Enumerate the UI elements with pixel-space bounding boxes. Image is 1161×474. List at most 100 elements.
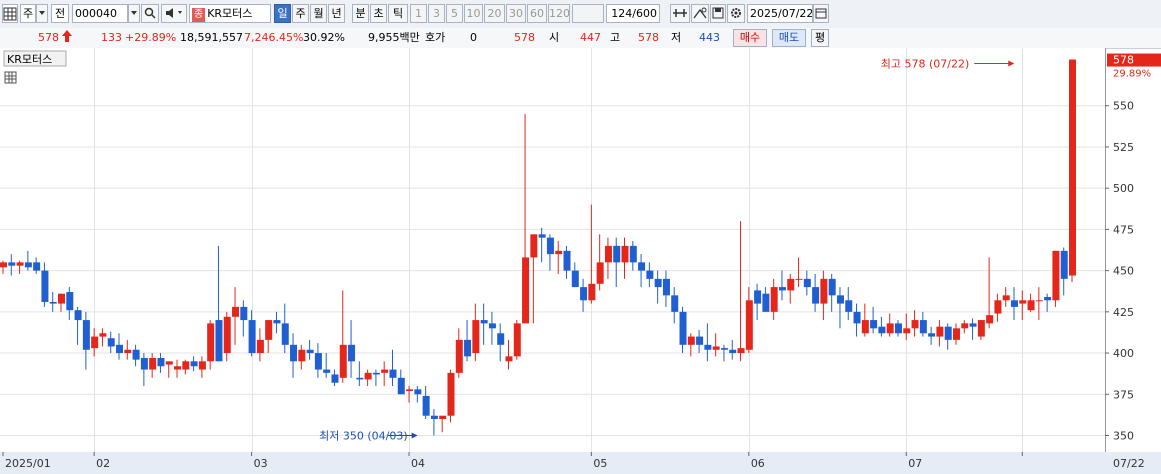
date-input[interactable]: 2025/07/22 (747, 4, 813, 23)
tab-month[interactable]: 월 (310, 4, 327, 23)
grid-toggle-icon[interactable] (2, 4, 18, 23)
candle-body (356, 377, 364, 380)
candle-body (464, 339, 472, 357)
candle-body (613, 245, 621, 263)
candle-body (1044, 296, 1052, 301)
candle-body (903, 328, 911, 334)
scissors-icon[interactable] (691, 4, 709, 23)
gear-icon[interactable] (727, 4, 745, 23)
candle-body (828, 278, 836, 296)
candle-body (16, 262, 24, 266)
candle-body (853, 311, 861, 324)
count-total: /600 (632, 7, 657, 20)
tab-week[interactable]: 주 (292, 4, 309, 23)
y-tick-label: 350 (1113, 430, 1134, 443)
candle-body (207, 323, 215, 362)
candle-body (497, 333, 505, 345)
candle-body (223, 316, 231, 354)
candle-body (621, 245, 629, 263)
candle-body (82, 320, 90, 350)
stock-code-dropdown[interactable] (128, 4, 140, 23)
candle-body (33, 262, 41, 271)
up-arrow-icon (62, 30, 72, 46)
period-unit-dropdown[interactable] (36, 4, 48, 23)
count-field[interactable]: 124/600 (606, 4, 660, 23)
candlestick-chart[interactable]: 최고 578 (07/22) 최저 350 (04/03) 2025/01 02 03… (0, 48, 1161, 474)
interval-20[interactable]: 20 (484, 4, 505, 23)
candle-body (729, 349, 737, 354)
candle-body (430, 415, 438, 420)
candle-body (480, 320, 488, 324)
candle-body (414, 389, 422, 395)
candle-body (737, 348, 745, 354)
save-icon[interactable] (710, 4, 726, 23)
prev-button[interactable]: 전 (51, 4, 69, 23)
tab-minute[interactable]: 분 (352, 4, 369, 23)
candle-body (671, 295, 679, 312)
candle-body (986, 315, 994, 324)
candle-body (820, 278, 828, 304)
candle-body (116, 344, 124, 354)
candle-body (190, 361, 198, 367)
candle-body (348, 344, 356, 362)
evaluate-button[interactable]: 평 (811, 29, 829, 47)
chart-stock-label: KR모터스 (7, 53, 52, 66)
tab-tick[interactable]: 틱 (388, 4, 408, 23)
stock-code-input[interactable]: 000040 (72, 4, 128, 23)
period-unit-label[interactable]: 주 (20, 4, 36, 23)
interval-custom-input[interactable] (572, 4, 604, 23)
candle-body (447, 372, 455, 416)
tab-year[interactable]: 년 (328, 4, 345, 23)
speaker-icon[interactable] (161, 4, 187, 23)
candle-body (928, 333, 936, 337)
interval-60[interactable]: 60 (527, 4, 547, 23)
pct-badge-text: 29.89% (1113, 69, 1151, 80)
crosshair-icon[interactable] (670, 4, 690, 23)
candle-body (140, 358, 148, 370)
candle-body (754, 290, 762, 304)
candle-body (944, 326, 952, 340)
tab-second[interactable]: 초 (370, 4, 387, 23)
open-label: 시 (549, 31, 560, 44)
interval-10[interactable]: 10 (464, 4, 483, 23)
candle-body (455, 339, 463, 373)
candle-body (563, 250, 571, 271)
candle-body (58, 293, 66, 304)
stock-name-field[interactable]: 종 KR모터스 (189, 4, 271, 23)
candle-body (555, 250, 563, 255)
candle-body (770, 287, 778, 312)
candle-body (629, 245, 637, 263)
candle-body (662, 278, 670, 296)
buy-button[interactable]: 매수 (733, 29, 767, 47)
candle-body (977, 320, 985, 337)
candle-body (952, 328, 960, 340)
candle-body (704, 344, 712, 350)
y-axis: 350375400425450475500525550L:65.1457829.… (1105, 48, 1161, 452)
sell-button[interactable]: 매도 (772, 29, 806, 47)
change-rate: +29.89% (125, 31, 177, 44)
count-value: 124 (611, 7, 633, 20)
interval-3[interactable]: 3 (428, 4, 445, 23)
candle-body (646, 270, 654, 279)
x-tick-label: 05 (593, 457, 607, 470)
tab-day[interactable]: 일 (274, 4, 291, 23)
interval-120[interactable]: 120 (548, 4, 570, 23)
candle-body (745, 300, 753, 350)
calendar-icon[interactable] (813, 4, 829, 23)
candle-body (936, 326, 944, 337)
candle-body (969, 323, 977, 327)
candle-body (314, 353, 322, 370)
interval-1[interactable]: 1 (410, 4, 427, 23)
high-price: 578 (638, 31, 659, 44)
interval-30[interactable]: 30 (506, 4, 526, 23)
candle-body (679, 311, 687, 345)
interval-5[interactable]: 5 (446, 4, 463, 23)
candle-body (1052, 250, 1060, 301)
candle-body (878, 326, 886, 334)
search-icon[interactable] (141, 4, 159, 23)
candle-body (604, 245, 612, 263)
y-tick-label: 550 (1113, 100, 1134, 113)
y-tick-label: 525 (1113, 141, 1134, 154)
candle-body (795, 278, 803, 280)
volume-rate: 7,246.45% (244, 31, 304, 44)
